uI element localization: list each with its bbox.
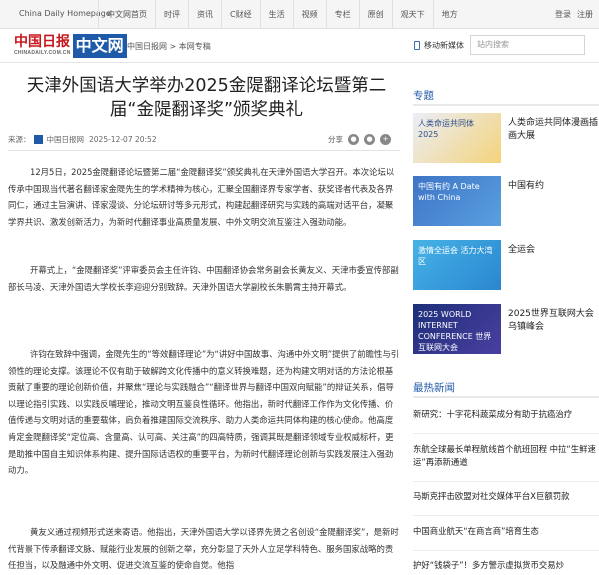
hot-news-divider bbox=[413, 396, 599, 398]
breadcrumb[interactable]: 中国日报网 > 本网专稿 bbox=[127, 41, 211, 52]
mobile-media-label: 移动新媒体 bbox=[424, 41, 464, 50]
topic-label: 中国有约 bbox=[508, 181, 545, 191]
news-item[interactable]: 新研究：十字花科蔬菜成分有助于抗癌治疗 bbox=[413, 408, 599, 421]
article-source[interactable]: 中国日报网 bbox=[47, 134, 85, 145]
article-paragraph-2: 开幕式上，“金隄翻译奖”评审委员会主任许钧、中国翻译协会常务副会长黄友义、天津市… bbox=[8, 265, 399, 292]
news-divider bbox=[413, 433, 599, 434]
share-bar: 分享 ● ● + bbox=[328, 134, 391, 145]
divider bbox=[8, 150, 400, 151]
topic-item[interactable]: 中国有约 A Date with China 中国有约 bbox=[413, 176, 599, 226]
site-search-input[interactable]: 站内搜索 bbox=[470, 35, 585, 55]
more-share-icon[interactable]: + bbox=[380, 134, 391, 145]
weibo-share-icon[interactable]: ● bbox=[348, 134, 359, 145]
source-label: 来源： bbox=[8, 135, 31, 144]
phone-icon bbox=[414, 41, 420, 50]
topics-heading: 专题 bbox=[413, 90, 434, 102]
article-title: 天津外国语大学举办2025金隄翻译论坛暨第二届“金隄翻译奖”颁奖典礼 bbox=[26, 76, 387, 120]
nav-item-columns[interactable]: 专栏 bbox=[325, 0, 359, 29]
news-item[interactable]: 马斯克抨击欧盟对社交媒体平台X巨额罚款 bbox=[413, 490, 599, 503]
topic-item[interactable]: 2025 WORLD INTERNET CONFERENCE 世界互联网大会 2… bbox=[413, 304, 599, 354]
logo-text-cn: 中国日报 bbox=[14, 34, 70, 50]
china-daily-logo[interactable]: 中国日报 CHINADAILY.COM.CN 中文网 bbox=[14, 34, 127, 58]
wechat-share-icon[interactable]: ● bbox=[364, 134, 375, 145]
nav-item-video[interactable]: 视频 bbox=[292, 0, 326, 29]
article-paragraph-4: 黄友义通过视频形式送来寄语。他指出，天津外国语大学以译界先贤之名创设“金隄翻译奖… bbox=[8, 527, 399, 571]
topic-thumbnail: 人类命运共同体 2025 bbox=[413, 113, 501, 163]
article-paragraph-1: 12月5日，2025金隄翻译论坛暨第二届“金隄翻译奖”颁奖典礼在天津外国语大学召… bbox=[8, 167, 395, 227]
login-link[interactable]: 登录 bbox=[555, 9, 571, 20]
topic-label: 人类命运共同体漫画插画大展 bbox=[508, 118, 599, 141]
article-date: 2025-12-07 20:52 bbox=[89, 135, 157, 144]
mobile-media-link[interactable]: 移动新媒体 bbox=[414, 40, 464, 51]
top-nav: 中文网首页 时评 资讯 C财经 生活 视频 专栏 原创 观天下 地方 bbox=[98, 0, 466, 29]
news-divider bbox=[413, 550, 599, 551]
hot-news-heading: 最热新闻 bbox=[413, 382, 455, 394]
article-meta: 来源： 中国日报网 2025-12-07 20:52 bbox=[8, 134, 157, 145]
news-divider bbox=[413, 481, 599, 482]
topic-label: 全运会 bbox=[508, 245, 536, 255]
nav-item-original[interactable]: 原创 bbox=[358, 0, 392, 29]
nav-item-life[interactable]: 生活 bbox=[259, 0, 293, 29]
share-label: 分享 bbox=[328, 135, 343, 144]
logo-box-text: 中文网 bbox=[72, 34, 127, 58]
logo-text-en: CHINADAILY.COM.CN bbox=[14, 50, 71, 56]
nav-item-home[interactable]: 中文网首页 bbox=[98, 0, 155, 29]
source-logo-icon bbox=[33, 135, 43, 144]
register-link[interactable]: 注册 bbox=[577, 9, 593, 20]
nav-item-opinion[interactable]: 时评 bbox=[155, 0, 188, 29]
nav-item-finance[interactable]: C财经 bbox=[221, 0, 260, 29]
article-paragraph-3: 许钧在致辞中强调，金隄先生的“等效翻译理论”为“讲好中国故事、沟通中外文明”提供… bbox=[8, 349, 400, 476]
nav-item-world[interactable]: 观天下 bbox=[391, 0, 433, 29]
topic-thumbnail: 2025 WORLD INTERNET CONFERENCE 世界互联网大会 bbox=[413, 304, 501, 354]
news-item[interactable]: 东航全球最长单程航线首个航班回程 中拉“生鲜速运”再添新通道 bbox=[413, 443, 599, 468]
topic-item[interactable]: 激情全运会 活力大湾区 全运会 bbox=[413, 240, 599, 290]
nav-item-local[interactable]: 地方 bbox=[432, 0, 466, 29]
top-nav-bar: China Daily Homepage 中文网首页 时评 资讯 C财经 生活 … bbox=[0, 0, 599, 29]
news-item[interactable]: 中国商业航天“在商言商”培育生态 bbox=[413, 525, 599, 538]
news-item[interactable]: 护好“钱袋子”！多方警示虚拟货币交易炒 bbox=[413, 559, 599, 572]
topic-item[interactable]: 人类命运共同体 2025 人类命运共同体漫画插画大展 bbox=[413, 113, 599, 163]
nav-item-news[interactable]: 资讯 bbox=[188, 0, 221, 29]
news-divider bbox=[413, 515, 599, 516]
topic-thumbnail: 中国有约 A Date with China bbox=[413, 176, 501, 226]
topic-thumbnail: 激情全运会 活力大湾区 bbox=[413, 240, 501, 290]
topic-label: 2025世界互联网大会乌镇峰会 bbox=[508, 309, 594, 332]
topics-divider bbox=[413, 104, 599, 106]
